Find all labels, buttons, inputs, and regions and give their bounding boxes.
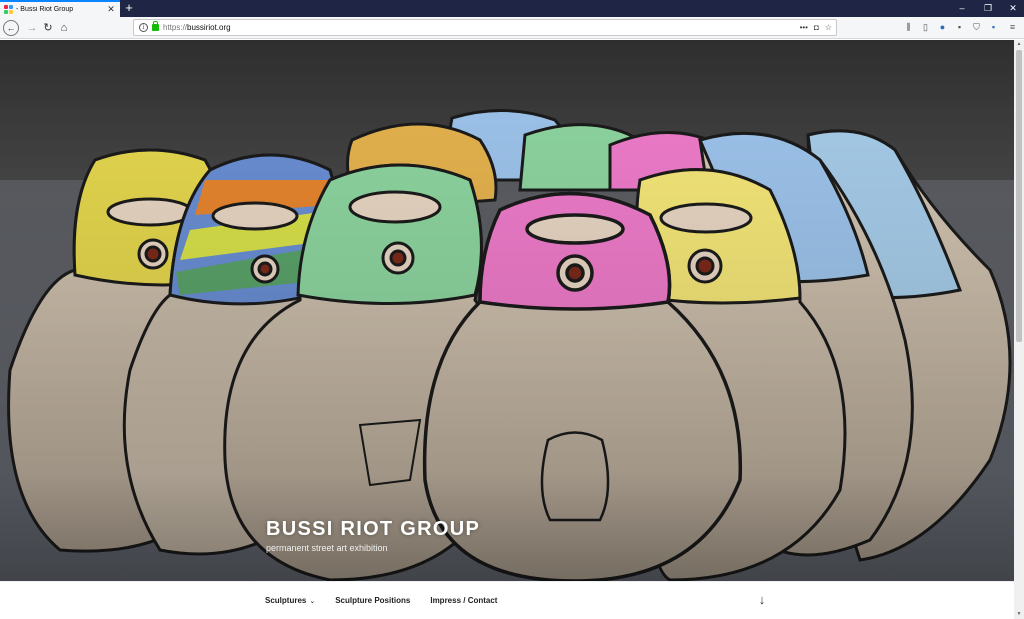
scroll-up-arrow-icon[interactable]: ▲ — [1014, 40, 1024, 49]
close-tab-icon[interactable]: ✕ — [106, 4, 116, 15]
bookmark-star-icon[interactable]: ☆ — [825, 23, 832, 32]
library-icon[interactable]: ⫼ — [903, 22, 914, 33]
url-scheme: https:// — [163, 23, 188, 32]
shield-icon[interactable]: ⛉ — [971, 22, 982, 33]
menu-item-label: Sculptures — [265, 596, 307, 605]
page-actions-icon[interactable]: ••• — [800, 23, 808, 32]
url-host: bussiriot.org — [187, 23, 231, 32]
page-scrollbar[interactable]: ▲ ▼ — [1014, 40, 1024, 619]
site-branding: Bussi Riot Group permanent street art ex… — [266, 518, 480, 553]
url-text[interactable]: https://bussiriot.org — [163, 23, 231, 32]
scrollbar-thumb[interactable] — [1016, 50, 1022, 342]
close-window-button[interactable]: ✕ — [1000, 0, 1024, 17]
extension-icon[interactable]: ▪ — [954, 22, 965, 33]
header-hero: Bussi Riot Group permanent street art ex… — [0, 40, 1014, 581]
pocket-icon[interactable]: ◘ — [814, 23, 819, 32]
home-button[interactable]: ⌂ — [56, 20, 72, 36]
menu-item-sculpture-positions[interactable]: Sculpture Positions — [335, 596, 410, 605]
restore-window-button[interactable]: ❐ — [975, 0, 1001, 17]
secure-lock-icon[interactable] — [152, 21, 159, 31]
site-description: permanent street art exhibition — [266, 543, 388, 553]
new-tab-button[interactable]: + — [122, 1, 136, 15]
site-navigation: Sculptures ⌄ Sculpture Positions Impress … — [0, 581, 1014, 619]
minimize-window-button[interactable]: – — [949, 0, 975, 17]
site-favicon-icon — [4, 5, 13, 14]
window-title-bar: - Bussi Riot Group ✕ + – ❐ ✕ — [0, 0, 1024, 17]
browser-toolbar: ← → ↻ ⌂ i https://bussiriot.org ••• ◘ ☆ … — [0, 17, 1024, 39]
reload-button[interactable]: ↻ — [40, 20, 56, 36]
menu-item-sculptures[interactable]: Sculptures ⌄ — [265, 596, 315, 605]
tab-title: - Bussi Riot Group — [16, 6, 74, 13]
site-info-icon[interactable]: i — [139, 23, 148, 32]
chevron-down-icon[interactable]: ⌄ — [309, 598, 315, 605]
scroll-down-arrow-icon[interactable]: ↓ — [756, 592, 768, 608]
sidebar-icon[interactable]: ▯ — [920, 22, 931, 33]
primary-menu: Sculptures ⌄ Sculpture Positions Impress … — [265, 596, 517, 605]
header-image — [0, 40, 1014, 581]
url-bar[interactable]: i https://bussiriot.org ••• ◘ ☆ — [133, 19, 837, 36]
browser-tab[interactable]: - Bussi Riot Group ✕ — [0, 0, 120, 17]
extension-icon[interactable]: ● — [937, 22, 948, 33]
forward-button[interactable]: → — [24, 20, 40, 36]
menu-icon[interactable]: ≡ — [1007, 22, 1018, 33]
extension-icon[interactable]: ▪ — [988, 22, 999, 33]
scroll-down-arrow-icon[interactable]: ▼ — [1014, 610, 1024, 619]
menu-item-impress-contact[interactable]: Impress / Contact — [430, 596, 497, 605]
back-button[interactable]: ← — [3, 20, 19, 36]
site-title[interactable]: Bussi Riot Group — [266, 518, 480, 541]
